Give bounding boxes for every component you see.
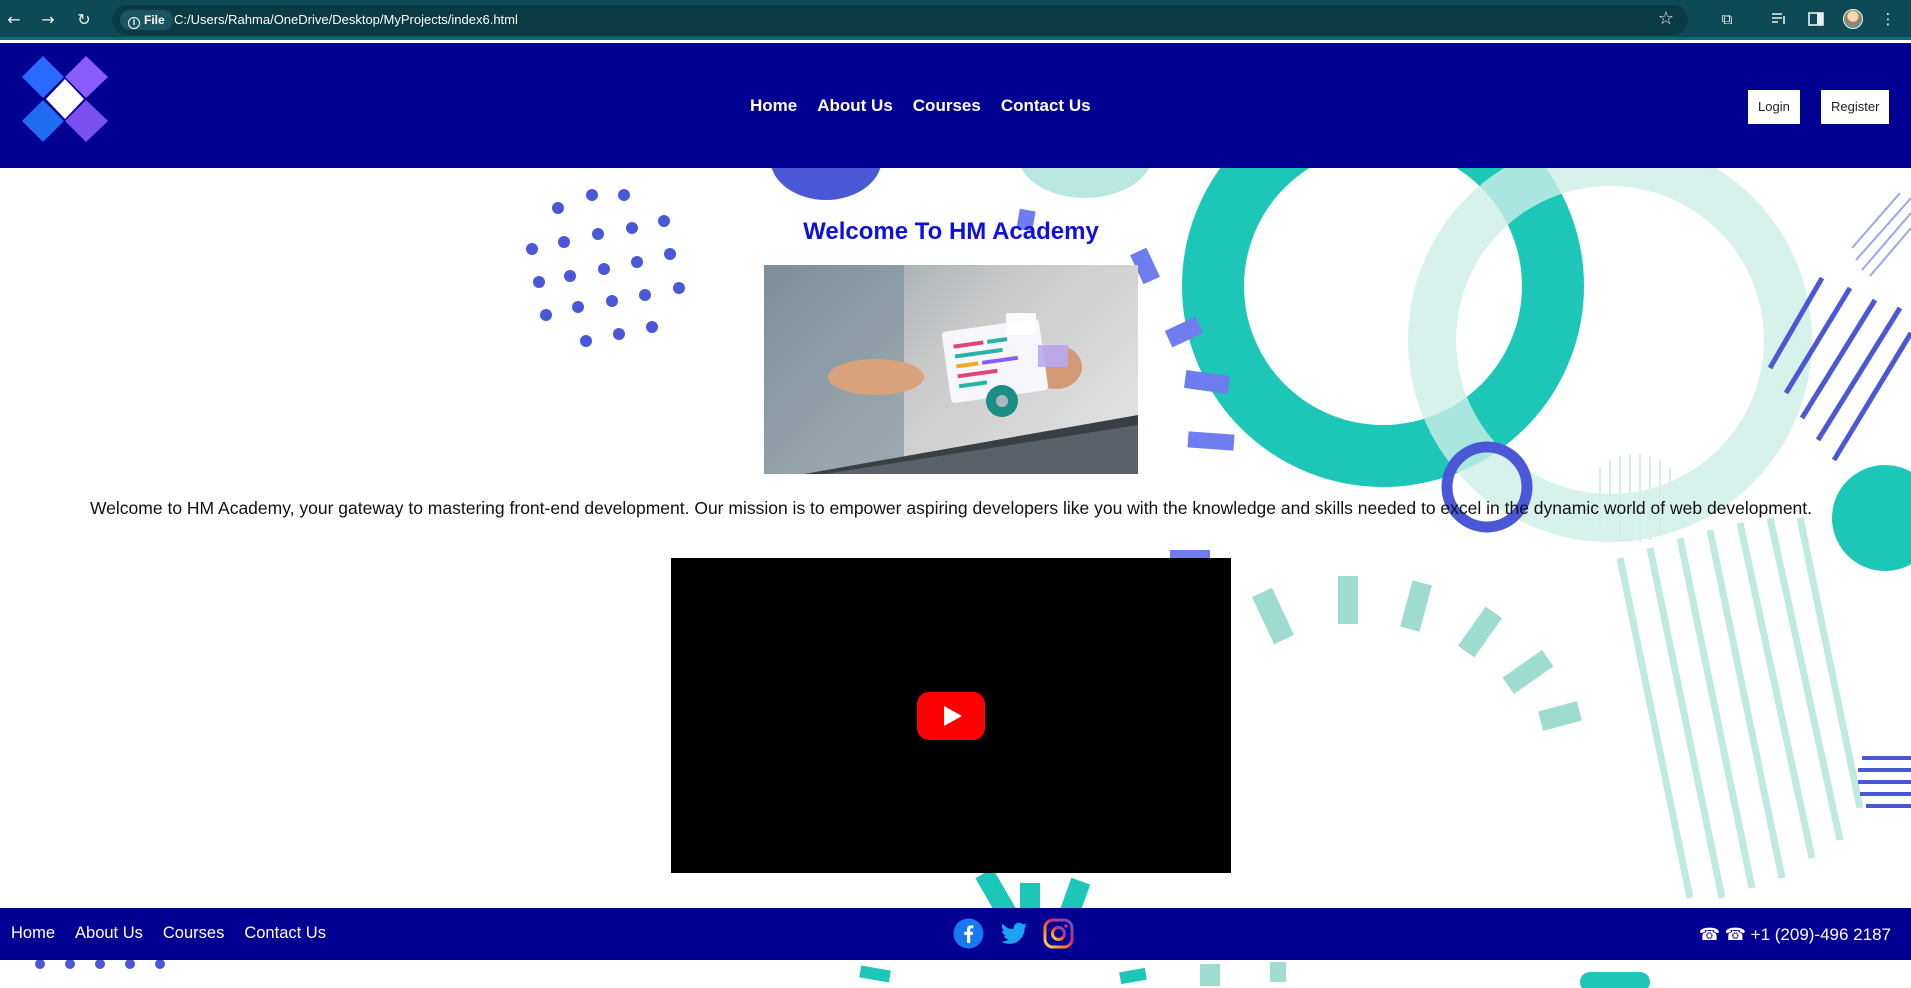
contact-phone: ☎ ☎ +1 (209)-496 2187 <box>1698 925 1891 944</box>
info-icon: i <box>128 17 140 29</box>
register-button[interactable]: Register <box>1821 90 1890 124</box>
play-icon[interactable] <box>917 692 985 740</box>
reload-button[interactable]: ↻ <box>72 8 96 32</box>
browser-menu-icon[interactable]: ⋮ <box>1877 8 1899 30</box>
youtube-video-player[interactable] <box>671 558 1231 873</box>
instagram-icon[interactable] <box>1043 918 1074 949</box>
bookmark-star-icon[interactable]: ☆ <box>1658 8 1674 29</box>
footer-nav-about-us[interactable]: About Us <box>75 924 143 943</box>
main-content: Welcome To HM Academy Welcome to HM Acad… <box>0 168 1911 908</box>
browser-toolbar: ← → ↻ i File C:/Users/Rahma/OneDrive/Desk… <box>0 0 1911 40</box>
profile-avatar[interactable] <box>1843 9 1863 29</box>
address-bar[interactable]: i File C:/Users/Rahma/OneDrive/Desktop/My… <box>112 5 1688 35</box>
nav-about-us[interactable]: About Us <box>817 96 893 116</box>
media-control-icon[interactable] <box>1768 8 1790 30</box>
intro-paragraph: Welcome to HM Academy, your gateway to m… <box>89 498 1813 518</box>
footer-nav: Home About Us Courses Contact Us <box>11 924 326 943</box>
nav-courses[interactable]: Courses <box>913 96 981 116</box>
main-nav: Home About Us Courses Contact Us <box>750 96 1091 116</box>
page-below-footer-decoration <box>0 960 1911 988</box>
footer-nav-contact-us[interactable]: Contact Us <box>244 924 326 943</box>
back-button[interactable]: ← <box>2 8 26 32</box>
nav-contact-us[interactable]: Contact Us <box>1001 96 1091 116</box>
page-title: Welcome To HM Academy <box>803 218 1099 245</box>
login-button[interactable]: Login <box>1748 90 1800 124</box>
twitter-icon[interactable] <box>998 918 1029 949</box>
laptop-illustration <box>764 265 1138 474</box>
footer-nav-home[interactable]: Home <box>11 924 55 943</box>
nav-home[interactable]: Home <box>750 96 797 116</box>
site-info-label: File <box>144 13 165 27</box>
side-panel-icon[interactable] <box>1805 8 1827 30</box>
academy-logo[interactable] <box>22 56 108 142</box>
hero-image-laptop-coding <box>764 265 1138 474</box>
social-links <box>953 918 1074 949</box>
extensions-icon[interactable]: ⧉ <box>1716 8 1738 30</box>
site-footer: Home About Us Courses Contact Us ☎ ☎ +1 … <box>0 908 1911 960</box>
footer-nav-courses[interactable]: Courses <box>163 924 224 943</box>
forward-button[interactable]: → <box>36 8 60 32</box>
url-text[interactable]: C:/Users/Rahma/OneDrive/Desktop/MyProjec… <box>174 5 518 35</box>
facebook-icon[interactable] <box>953 918 984 949</box>
site-info-chip[interactable]: i File <box>120 10 173 30</box>
site-header: Home About Us Courses Contact Us Login R… <box>0 43 1911 168</box>
